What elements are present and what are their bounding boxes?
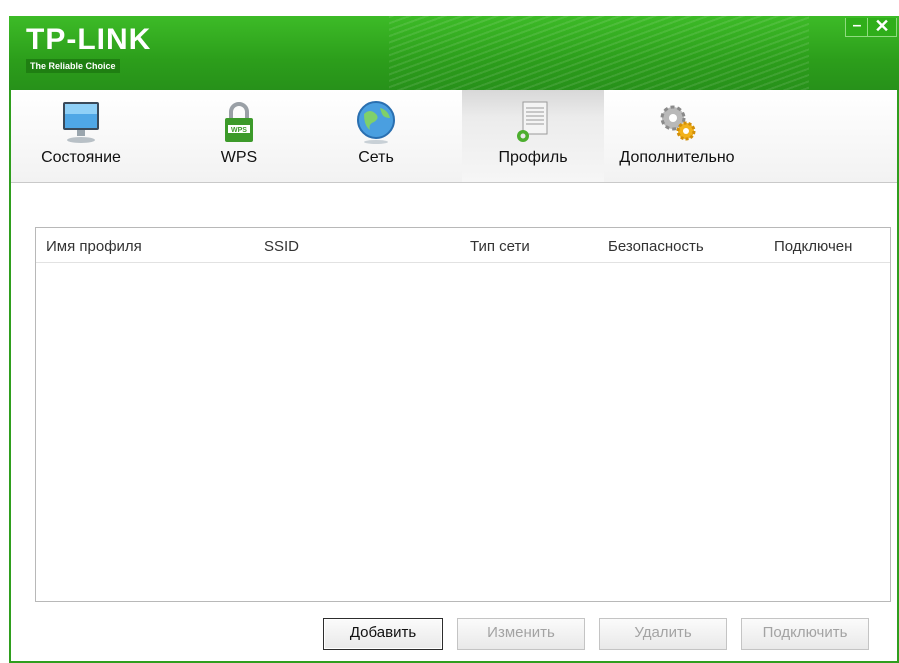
tab-network-label: Сеть — [358, 149, 394, 166]
delete-button[interactable]: Удалить — [599, 618, 727, 650]
gears-icon — [660, 105, 696, 141]
tab-status[interactable]: Состояние — [25, 90, 137, 182]
minimize-icon: – — [852, 17, 862, 34]
tab-advanced-label: Дополнительно — [619, 149, 735, 166]
main-content: Состояние WPS WPS Сеть Профиль Дополните… — [11, 90, 897, 661]
wps-lock-icon: WPS — [225, 102, 253, 142]
column-header-security[interactable]: Безопасность — [608, 238, 704, 255]
title-bar-pattern — [389, 16, 809, 90]
tab-wps-label: WPS — [220, 149, 258, 166]
tab-network[interactable]: Сеть — [331, 90, 421, 182]
tab-toolbar: Состояние WPS WPS Сеть Профиль Дополните… — [11, 90, 897, 183]
add-button[interactable]: Добавить — [323, 618, 443, 650]
monitor-icon — [63, 102, 99, 143]
column-header-profile-name[interactable]: Имя профиля — [46, 238, 142, 255]
tab-advanced[interactable]: Дополнительно — [609, 90, 745, 182]
close-button[interactable]: ✕ — [867, 16, 897, 37]
globe-icon — [357, 101, 395, 144]
logo-text: TP-LINK — [26, 23, 152, 56]
tp-link-utility-window: TP-LINK The Reliable Choice – ✕ Состояни… — [9, 16, 899, 663]
profiles-table[interactable]: Имя профиля SSID Тип сети Безопасность П… — [35, 227, 891, 602]
connect-button[interactable]: Подключить — [741, 618, 869, 650]
column-header-connected[interactable]: Подключен — [774, 238, 852, 255]
profiles-table-header: Имя профиля SSID Тип сети Безопасность П… — [36, 228, 890, 263]
svg-text:WPS: WPS — [231, 127, 247, 134]
column-header-ssid[interactable]: SSID — [264, 238, 299, 255]
close-icon: ✕ — [874, 16, 890, 36]
edit-button[interactable]: Изменить — [457, 618, 585, 650]
tab-status-label: Состояние — [41, 149, 121, 166]
minimize-button[interactable]: – — [845, 18, 869, 37]
profile-document-icon — [517, 101, 548, 142]
tab-profile[interactable]: Профиль — [462, 90, 604, 182]
column-header-network-type[interactable]: Тип сети — [470, 238, 530, 255]
title-bar[interactable]: TP-LINK The Reliable Choice – ✕ — [9, 16, 899, 90]
tab-wps[interactable]: WPS WPS — [201, 90, 277, 182]
logo-tagline: The Reliable Choice — [26, 59, 120, 73]
tp-link-logo: TP-LINK The Reliable Choice — [26, 24, 151, 74]
tab-profile-label: Профиль — [498, 149, 568, 166]
background-page-strip — [0, 0, 899, 16]
